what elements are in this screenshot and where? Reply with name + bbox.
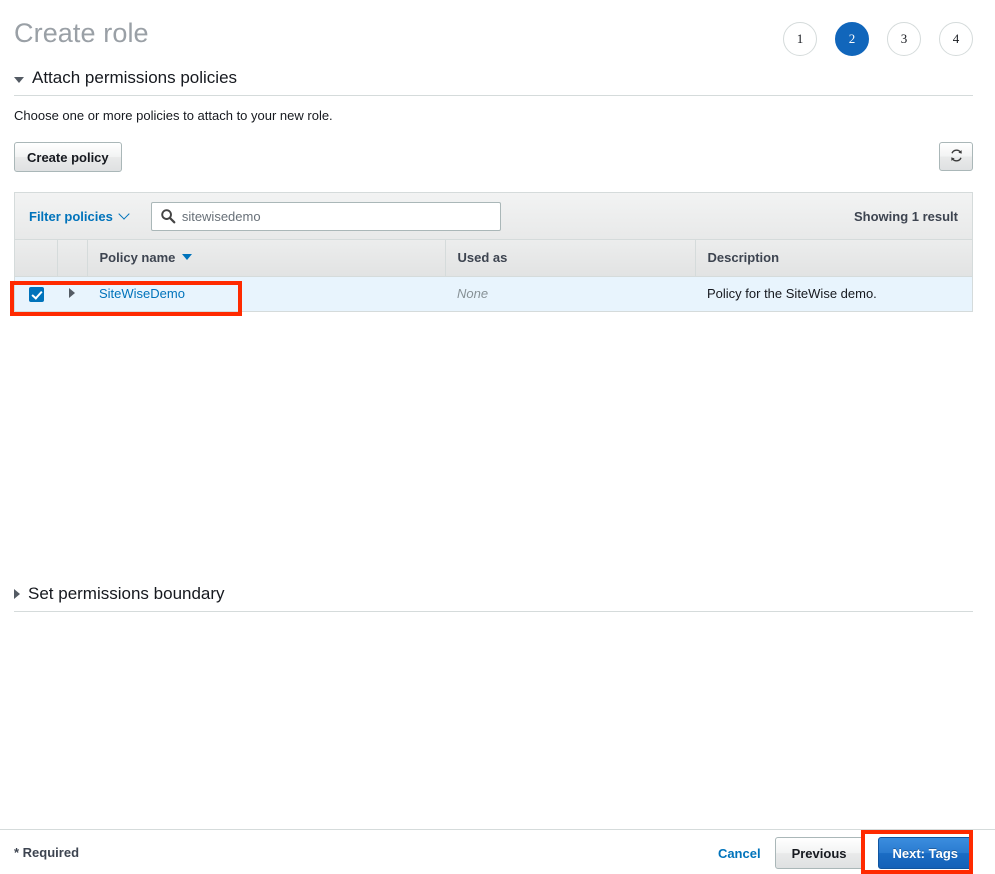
triangle-right-icon[interactable] bbox=[69, 288, 75, 298]
next-tags-button[interactable]: Next: Tags bbox=[878, 837, 974, 869]
cancel-button[interactable]: Cancel bbox=[718, 846, 761, 861]
required-note: * Required bbox=[14, 845, 79, 860]
column-header-expand bbox=[57, 240, 87, 276]
cell-description: Policy for the SiteWise demo. bbox=[695, 276, 972, 311]
column-header-policy-name[interactable]: Policy name bbox=[87, 240, 445, 276]
filter-policies-label: Filter policies bbox=[29, 209, 113, 224]
table-header-row: Policy name Used as Description bbox=[15, 240, 972, 276]
table-row[interactable]: SiteWiseDemo None Policy for the SiteWis… bbox=[15, 276, 972, 311]
triangle-right-icon[interactable] bbox=[14, 589, 20, 599]
refresh-icon bbox=[949, 148, 964, 166]
filter-bar: Filter policies Showing 1 result bbox=[15, 193, 972, 240]
row-expand-cell[interactable] bbox=[57, 276, 87, 311]
row-checkbox-cell[interactable] bbox=[15, 276, 57, 311]
footer-actions: Cancel Previous Next: Tags bbox=[718, 837, 973, 869]
column-header-used-as[interactable]: Used as bbox=[445, 240, 695, 276]
caret-down-icon bbox=[182, 254, 192, 260]
permissions-boundary-divider bbox=[14, 611, 973, 612]
row-checkbox[interactable] bbox=[29, 287, 44, 302]
attach-permissions-section-header[interactable]: Attach permissions policies bbox=[14, 68, 973, 96]
policies-panel: Filter policies Showing 1 result bbox=[14, 192, 973, 312]
section-divider bbox=[14, 95, 973, 96]
results-count: Showing 1 result bbox=[854, 209, 958, 224]
set-permissions-boundary-section[interactable]: Set permissions boundary bbox=[14, 584, 973, 612]
create-role-page: Create role 1 2 3 4 Attach permissions p… bbox=[0, 0, 995, 874]
step-3[interactable]: 3 bbox=[887, 22, 921, 56]
permissions-boundary-title: Set permissions boundary bbox=[28, 584, 225, 604]
create-policy-button[interactable]: Create policy bbox=[14, 142, 122, 172]
cell-used-as: None bbox=[445, 276, 695, 311]
chevron-down-icon bbox=[118, 208, 129, 219]
search-box bbox=[151, 202, 501, 231]
step-1[interactable]: 1 bbox=[783, 22, 817, 56]
section-description: Choose one or more policies to attach to… bbox=[14, 108, 333, 123]
policies-table: Policy name Used as Description SiteWise… bbox=[15, 240, 972, 312]
step-indicator: 1 2 3 4 bbox=[783, 22, 973, 56]
step-4[interactable]: 4 bbox=[939, 22, 973, 56]
page-header: Create role 1 2 3 4 bbox=[0, 0, 995, 66]
used-as-value: None bbox=[457, 286, 488, 301]
search-input[interactable] bbox=[151, 202, 501, 231]
column-header-description[interactable]: Description bbox=[695, 240, 972, 276]
page-title: Create role bbox=[14, 17, 149, 49]
previous-button[interactable]: Previous bbox=[775, 837, 864, 869]
refresh-button[interactable] bbox=[939, 142, 973, 171]
step-2[interactable]: 2 bbox=[835, 22, 869, 56]
section-title: Attach permissions policies bbox=[32, 68, 237, 88]
cell-policy-name[interactable]: SiteWiseDemo bbox=[87, 276, 445, 311]
triangle-down-icon[interactable] bbox=[14, 77, 24, 83]
column-header-policy-name-label: Policy name bbox=[100, 250, 176, 265]
filter-policies-dropdown[interactable]: Filter policies bbox=[29, 209, 128, 224]
column-header-select[interactable] bbox=[15, 240, 57, 276]
footer-bar: * Required Cancel Previous Next: Tags bbox=[0, 829, 995, 874]
policy-name-link[interactable]: SiteWiseDemo bbox=[99, 286, 185, 301]
